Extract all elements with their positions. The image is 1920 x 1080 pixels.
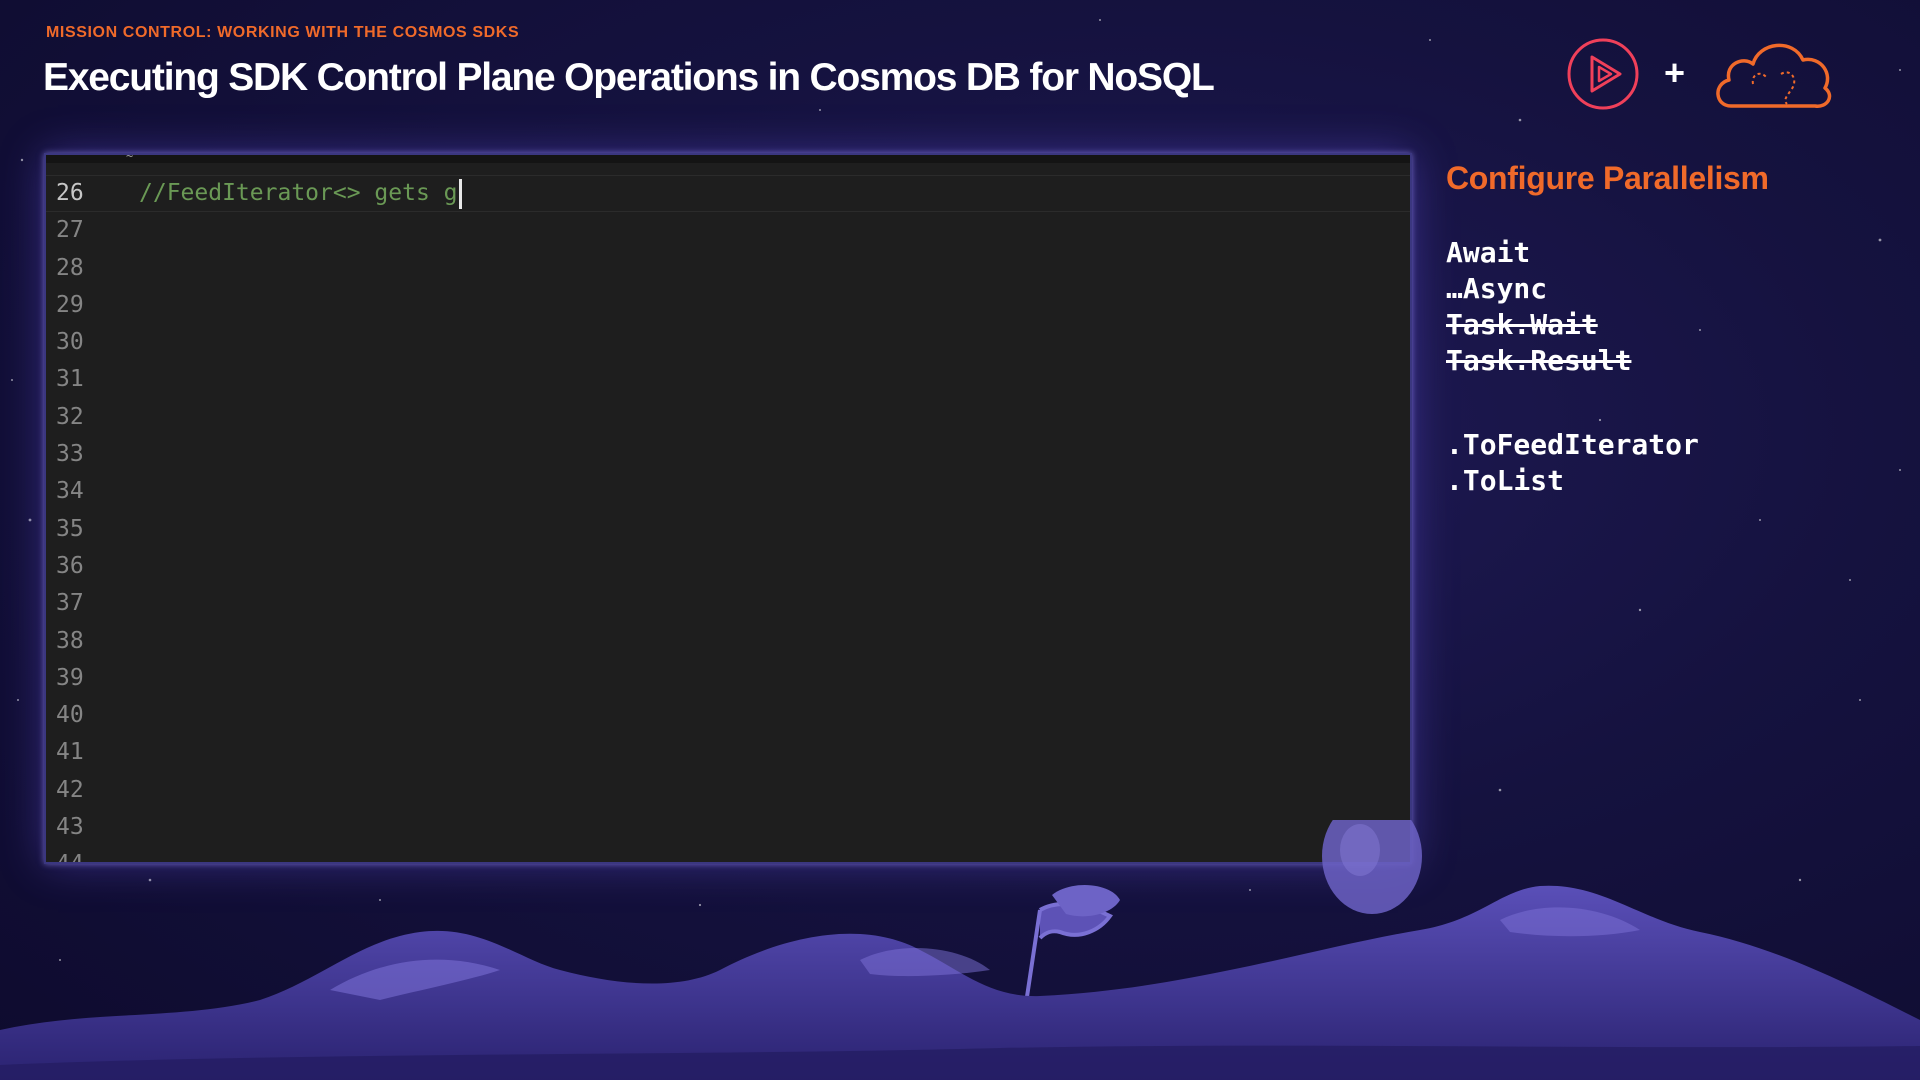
panel-title: Configure Parallelism: [1446, 160, 1769, 196]
moon-landscape-illustration: [0, 820, 1920, 1080]
term-task-result: Task.Result: [1446, 344, 1632, 377]
notes-panel: Configure Parallelism Await …Async Task.…: [1446, 160, 1886, 499]
line-number: 28: [56, 254, 84, 281]
cloud-icon: [1716, 43, 1832, 108]
line-number: 30: [56, 329, 84, 356]
line-number: 36: [56, 552, 84, 579]
term-to-feed-iterator: .ToFeedIterator: [1446, 428, 1699, 461]
editor-top-bar: ~: [46, 155, 1410, 163]
term-task-wait: Task.Wait: [1446, 308, 1598, 341]
play-button-icon: [1567, 38, 1639, 110]
term-group-spacer: [1446, 379, 1886, 427]
editor-fold-marker: ~: [126, 153, 134, 163]
line-number: 39: [56, 664, 84, 691]
code-line[interactable]: //FeedIterator<> gets g: [139, 175, 1410, 212]
code-editor[interactable]: ~ 26 27 28 29 30 31 32 33 34 35 36 37 38…: [44, 153, 1412, 864]
line-number: 31: [56, 366, 84, 393]
line-number: 41: [56, 739, 84, 766]
line-number: 42: [56, 776, 84, 803]
line-number: 34: [56, 478, 84, 505]
course-label: MISSION CONTROL: WORKING WITH THE COSMOS…: [46, 24, 520, 41]
term-await: Await: [1446, 236, 1531, 269]
line-number: 37: [56, 590, 84, 617]
line-number: 29: [56, 291, 84, 318]
plus-icon: +: [1664, 52, 1686, 93]
line-number: 40: [56, 702, 84, 729]
line-number: 33: [56, 441, 84, 468]
line-number: 35: [56, 515, 84, 542]
term-to-list: .ToList: [1446, 464, 1565, 497]
slide-title: Executing SDK Control Plane Operations i…: [43, 56, 1215, 99]
line-number: 38: [56, 627, 84, 654]
logo-group: +: [1566, 34, 1836, 114]
line-number-gutter: 26 27 28 29 30 31 32 33 34 35 36 37 38 3…: [46, 175, 156, 862]
code-comment: //FeedIterator<> gets g: [139, 180, 458, 206]
line-number: 32: [56, 403, 84, 430]
text-cursor: [458, 178, 462, 209]
code-text-area[interactable]: //FeedIterator<> gets g: [139, 175, 1410, 212]
term-async: …Async: [1446, 272, 1548, 305]
line-number: 27: [56, 217, 84, 244]
